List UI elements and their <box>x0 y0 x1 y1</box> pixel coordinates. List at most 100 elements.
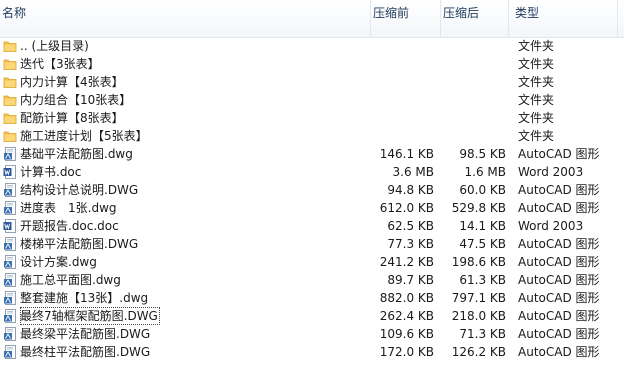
column-header-after-label: 压缩后 <box>443 6 480 20</box>
word-file-icon <box>3 165 17 179</box>
file-name: 楼梯平法配筋图.DWG <box>20 237 139 251</box>
size-before: 882.0 KB <box>379 291 434 305</box>
size-after: 797.1 KB <box>451 291 506 305</box>
size-before: 109.6 KB <box>379 327 434 341</box>
file-row[interactable]: 整套建施【13张】.dwg 882.0 KB 797.1 KB AutoCAD 图形 <box>0 289 624 307</box>
autocad-file-icon <box>3 147 17 161</box>
file-row[interactable]: 开题报告.doc.doc 62.5 KB 14.1 KB Word 2003 <box>0 217 624 235</box>
autocad-file-icon <box>3 291 17 305</box>
file-row[interactable]: 迭代【3张表】 文件夹 <box>0 55 624 73</box>
folder-icon <box>3 111 17 125</box>
size-before: 262.4 KB <box>379 309 434 323</box>
file-name: 最终7轴框架配筋图.DWG <box>20 307 160 325</box>
autocad-file-icon <box>3 183 17 197</box>
file-type: AutoCAD 图形 <box>518 147 600 161</box>
file-name: 基础平法配筋图.dwg <box>20 147 133 161</box>
autocad-file-icon <box>3 309 17 323</box>
column-header-after[interactable]: 压缩后 <box>440 0 508 37</box>
file-type: AutoCAD 图形 <box>518 327 600 341</box>
size-before: 94.8 KB <box>387 183 434 197</box>
file-row[interactable]: 基础平法配筋图.dwg 146.1 KB 98.5 KB AutoCAD 图形 <box>0 145 624 163</box>
size-after: 61.3 KB <box>459 273 506 287</box>
size-after: 126.2 KB <box>451 345 506 359</box>
column-header-name-label: 名称 <box>2 6 27 20</box>
column-header-before-label: 压缩前 <box>373 6 410 20</box>
file-type: Word 2003 <box>518 219 584 233</box>
file-row[interactable]: 计算书.doc 3.6 MB 1.6 MB Word 2003 <box>0 163 624 181</box>
size-after: 198.6 KB <box>451 255 506 269</box>
size-after: 529.8 KB <box>451 201 506 215</box>
file-type: AutoCAD 图形 <box>518 255 600 269</box>
file-name: 施工进度计划【5张表】 <box>20 129 148 143</box>
file-row[interactable]: 配筋计算【8张表】 文件夹 <box>0 109 624 127</box>
file-name: 配筋计算【8张表】 <box>20 111 124 125</box>
size-before: 89.7 KB <box>387 273 434 287</box>
file-row[interactable]: 结构设计总说明.DWG 94.8 KB 60.0 KB AutoCAD 图形 <box>0 181 624 199</box>
autocad-file-icon <box>3 327 17 341</box>
size-before: 77.3 KB <box>387 237 434 251</box>
file-name: 内力组合【10张表】 <box>20 93 132 107</box>
file-name: 最终柱平法配筋图.DWG <box>20 345 151 359</box>
size-before: 62.5 KB <box>387 219 434 233</box>
file-row[interactable]: 最终梁平法配筋图.DWG 109.6 KB 71.3 KB AutoCAD 图形 <box>0 325 624 343</box>
file-name: 结构设计总说明.DWG <box>20 183 139 197</box>
size-after: 71.3 KB <box>459 327 506 341</box>
size-after: 47.5 KB <box>459 237 506 251</box>
file-type: 文件夹 <box>518 129 555 143</box>
file-type: AutoCAD 图形 <box>518 345 600 359</box>
word-file-icon <box>3 219 17 233</box>
file-type: 文件夹 <box>518 75 555 89</box>
folder-icon <box>3 57 17 71</box>
size-before: 3.6 MB <box>392 165 434 179</box>
size-before: 612.0 KB <box>379 201 434 215</box>
column-header-before[interactable]: 压缩前 <box>370 0 440 37</box>
file-type: 文件夹 <box>518 93 555 107</box>
file-row[interactable]: 设计方案.dwg 241.2 KB 198.6 KB AutoCAD 图形 <box>0 253 624 271</box>
folder-icon <box>3 39 17 53</box>
file-row[interactable]: 内力组合【10张表】 文件夹 <box>0 91 624 109</box>
file-name: 整套建施【13张】.dwg <box>20 291 149 305</box>
file-type: AutoCAD 图形 <box>518 237 600 251</box>
file-row[interactable]: 最终柱平法配筋图.DWG 172.0 KB 126.2 KB AutoCAD 图形 <box>0 343 624 361</box>
folder-icon <box>3 129 17 143</box>
folder-icon <box>3 93 17 107</box>
file-type: AutoCAD 图形 <box>518 183 600 197</box>
size-after: 1.6 MB <box>464 165 506 179</box>
file-row[interactable]: 进度表 1张.dwg 612.0 KB 529.8 KB AutoCAD 图形 <box>0 199 624 217</box>
size-after: 14.1 KB <box>459 219 506 233</box>
file-list: .. (上级目录) 文件夹 迭代【3张表】 文件夹 内力计算【4张表】 文件夹 内力组合【1… <box>0 37 624 361</box>
file-name: 内力计算【4张表】 <box>20 75 124 89</box>
file-row[interactable]: 楼梯平法配筋图.DWG 77.3 KB 47.5 KB AutoCAD 图形 <box>0 235 624 253</box>
file-type: AutoCAD 图形 <box>518 291 600 305</box>
file-row[interactable]: 施工进度计划【5张表】 文件夹 <box>0 127 624 145</box>
file-type: 文件夹 <box>518 111 555 125</box>
file-row[interactable]: 最终7轴框架配筋图.DWG 262.4 KB 218.0 KB AutoCAD 图形 <box>0 307 624 325</box>
file-type: AutoCAD 图形 <box>518 273 600 287</box>
file-name: 设计方案.dwg <box>20 255 97 269</box>
file-row[interactable]: .. (上级目录) 文件夹 <box>0 37 624 55</box>
folder-icon <box>3 75 17 89</box>
autocad-file-icon <box>3 273 17 287</box>
file-name: 计算书.doc <box>20 165 82 179</box>
autocad-file-icon <box>3 237 17 251</box>
column-header-bar: 名称 压缩前 压缩后 类型 <box>0 0 624 38</box>
size-after: 60.0 KB <box>459 183 506 197</box>
file-name: .. (上级目录) <box>20 39 89 53</box>
autocad-file-icon <box>3 255 17 269</box>
file-name: 迭代【3张表】 <box>20 57 100 71</box>
file-name: 进度表 1张.dwg <box>20 201 117 215</box>
file-name: 最终梁平法配筋图.DWG <box>20 327 151 341</box>
size-after: 218.0 KB <box>451 309 506 323</box>
column-header-type-label: 类型 <box>515 6 540 20</box>
column-header-type[interactable]: 类型 <box>508 0 624 37</box>
column-header-end <box>617 0 624 37</box>
size-before: 172.0 KB <box>379 345 434 359</box>
file-row[interactable]: 施工总平面图.dwg 89.7 KB 61.3 KB AutoCAD 图形 <box>0 271 624 289</box>
file-type: AutoCAD 图形 <box>518 201 600 215</box>
autocad-file-icon <box>3 345 17 359</box>
column-header-name[interactable]: 名称 <box>0 0 370 37</box>
file-row[interactable]: 内力计算【4张表】 文件夹 <box>0 73 624 91</box>
autocad-file-icon <box>3 201 17 215</box>
size-before: 241.2 KB <box>379 255 434 269</box>
size-after: 98.5 KB <box>459 147 506 161</box>
